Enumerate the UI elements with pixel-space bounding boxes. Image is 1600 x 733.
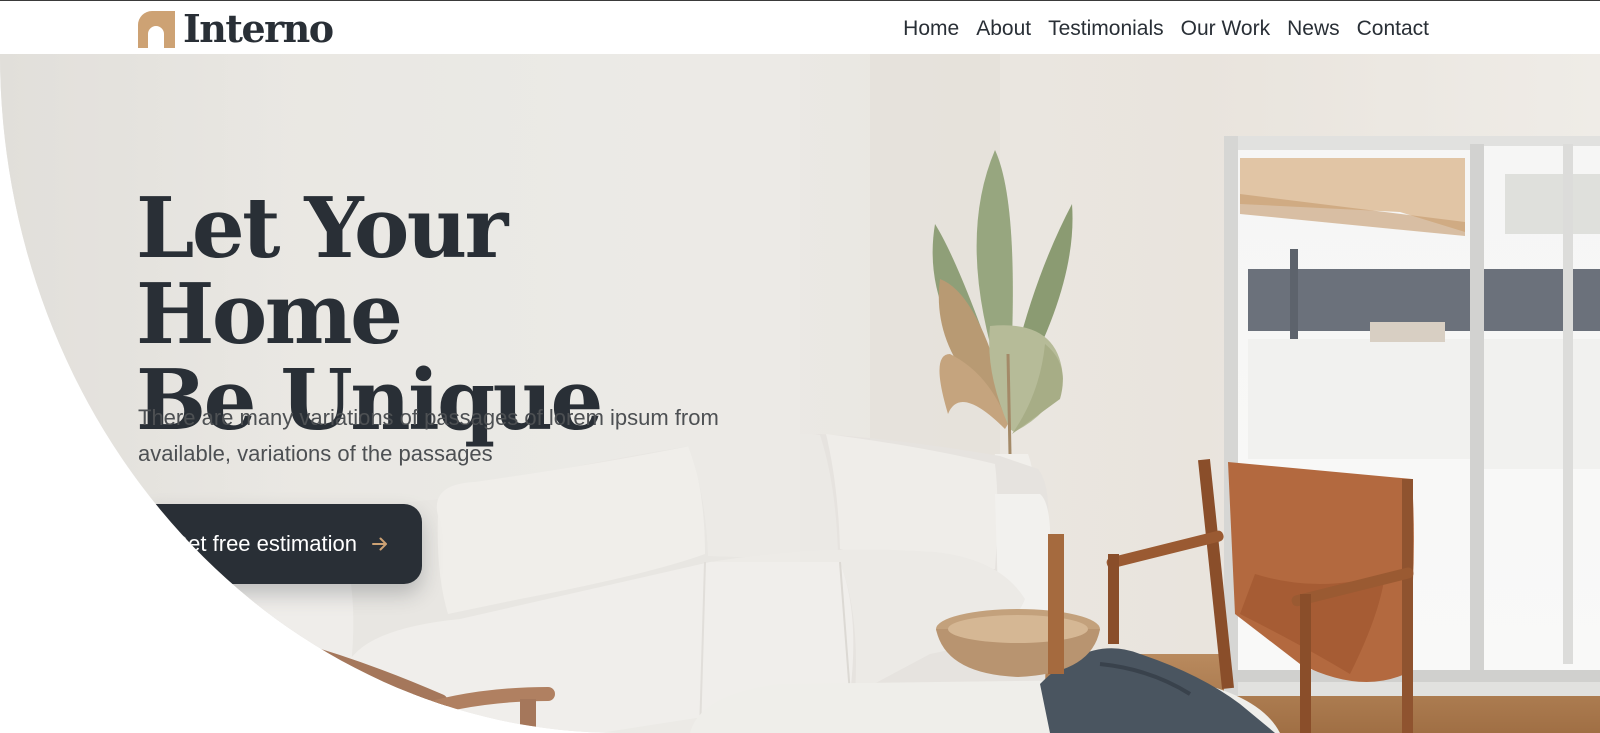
arch-icon (138, 10, 175, 48)
arrow-right-icon (371, 537, 387, 551)
get-free-estimation-button[interactable]: Get free estimation (138, 504, 422, 584)
nav-about[interactable]: About (976, 15, 1031, 43)
hero-headline-line-1: Let Your Home (136, 179, 508, 363)
cta-label: Get free estimation (171, 531, 357, 556)
hero-section: Let Your Home Be Unique There are many v… (0, 54, 1600, 733)
site-header: Interno Home About Testimonials Our Work… (0, 0, 1600, 54)
nav-home[interactable]: Home (903, 15, 959, 43)
hero-description: There are many variations of passages of… (138, 405, 719, 466)
nav-testimonials[interactable]: Testimonials (1048, 15, 1164, 43)
main-nav: Home About Testimonials Our Work News Co… (886, 15, 1429, 43)
brand-name: Interno (183, 6, 334, 51)
nav-our-work[interactable]: Our Work (1181, 15, 1270, 43)
nav-news[interactable]: News (1287, 15, 1340, 43)
nav-contact[interactable]: Contact (1357, 15, 1429, 43)
brand-logo[interactable]: Interno (138, 6, 334, 51)
